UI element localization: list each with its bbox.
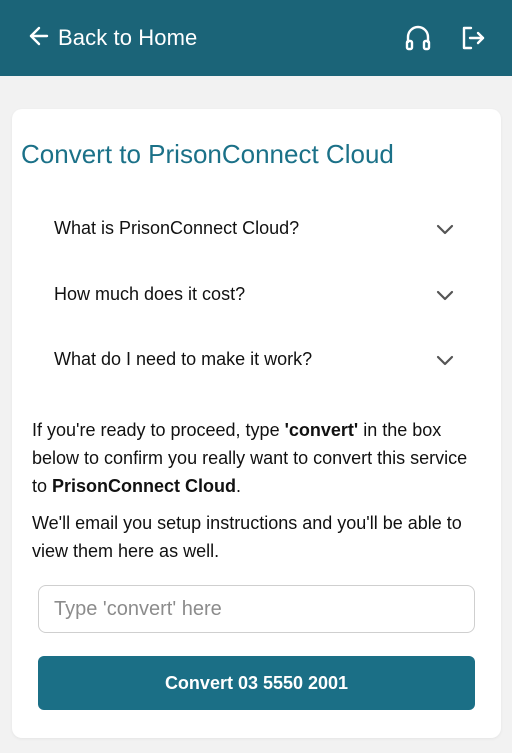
email-note: We'll email you setup instructions and y… <box>32 513 462 561</box>
back-to-home-label: Back to Home <box>58 25 198 50</box>
chevron-down-icon <box>436 289 454 301</box>
logout-icon[interactable] <box>460 25 486 51</box>
faq-question: How much does it cost? <box>54 284 246 304</box>
headset-icon[interactable] <box>404 23 432 53</box>
convert-button[interactable]: Convert 03 5550 2001 <box>38 656 475 710</box>
confirm-convert-input[interactable] <box>38 585 475 633</box>
back-to-home-link[interactable]: Back to Home <box>28 25 197 52</box>
convert-instructions: If you're ready to proceed, type 'conver… <box>32 416 472 500</box>
faq-item-requirements[interactable]: What do I need to make it work? <box>54 349 454 370</box>
arrow-left-icon <box>28 25 50 52</box>
service-name: PrisonConnect Cloud <box>52 476 237 496</box>
chevron-down-icon <box>436 223 454 235</box>
chevron-down-icon <box>436 354 454 366</box>
faq-item-what-is[interactable]: What is PrisonConnect Cloud? <box>54 218 454 239</box>
faq-question: What do I need to make it work? <box>54 349 313 369</box>
instructions-text-3: . <box>236 476 242 496</box>
top-bar: Back to Home <box>0 0 512 76</box>
faq-item-cost[interactable]: How much does it cost? <box>54 284 454 305</box>
instructions-text-1: If you're ready to proceed, type <box>32 420 285 440</box>
convert-keyword: 'convert' <box>284 420 359 440</box>
page-title: Convert to PrisonConnect Cloud <box>21 139 394 169</box>
faq-question: What is PrisonConnect Cloud? <box>54 218 300 238</box>
top-actions <box>404 23 486 53</box>
